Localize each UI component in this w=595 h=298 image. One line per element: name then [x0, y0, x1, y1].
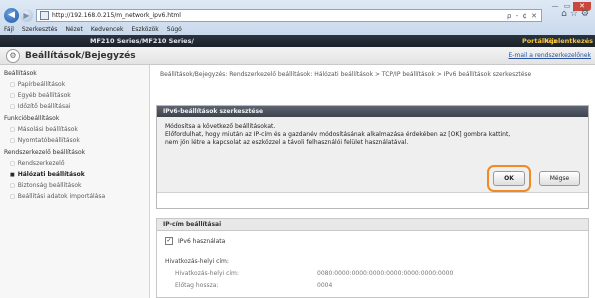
section-title: IP-cím beállításai: [157, 219, 588, 231]
message-line-2: Előfordulhat, hogy miután az IP-cím és a…: [165, 131, 511, 138]
sidebar-item-copy[interactable]: Másolási beállítások: [10, 126, 78, 133]
browser-chrome: — ▭ ✕ ◀ ▶ http://192.168.0.215/m_network…: [0, 0, 595, 35]
minimize-icon[interactable]: —: [549, 2, 561, 11]
use-ipv6-checkbox[interactable]: ✓: [165, 237, 173, 245]
link-local-heading: Hivatkozás-helyi cím:: [165, 258, 229, 265]
menu-favorites[interactable]: Kedvencek: [91, 26, 124, 33]
sidebar-item-timer[interactable]: Időzítő beállításai: [10, 103, 71, 110]
sidebar: Beállítások Papírbeállítások Egyéb beáll…: [0, 65, 150, 298]
gear-icon[interactable]: ⚙: [581, 9, 589, 19]
use-ipv6-label: IPv6 használata: [178, 237, 226, 245]
mail-admin-link[interactable]: E-mail a rendszerkezelőnek: [509, 52, 591, 59]
menu-file[interactable]: Fájl: [4, 26, 14, 33]
sidebar-item-paper[interactable]: Papírbeállítások: [10, 81, 65, 88]
ok-button[interactable]: OK: [493, 171, 525, 186]
title-bar: ⚙ Beállítások/Bejegyzés E-mail a rendsze…: [0, 47, 595, 65]
prefix-length-label: Előtag hossza:: [175, 282, 219, 289]
forward-button[interactable]: ▶: [20, 9, 33, 22]
logout-link[interactable]: Kijelentkezés: [544, 37, 593, 45]
sidebar-section-settings[interactable]: Beállítások: [4, 70, 37, 77]
address-tools[interactable]: ρ - ¢ ✕: [507, 12, 541, 20]
message-line-1: Módosítsa a következő beállításokat.: [165, 123, 276, 130]
link-local-value: 0080:0000:0000:0000:0000:0000:0000:0000: [317, 270, 454, 277]
sidebar-item-printer[interactable]: Nyomtatóbeállítások: [10, 137, 80, 144]
sidebar-item-other[interactable]: Egyéb beállítások: [10, 92, 71, 99]
cancel-button[interactable]: Mégse: [539, 171, 580, 186]
panel-message: Módosítsa a következő beállításokat. Elő…: [165, 123, 575, 147]
prefix-length-value: 0004: [317, 282, 333, 289]
address-url[interactable]: http://192.168.0.215/m_network_ipv6.html: [52, 12, 507, 19]
settings-icon: ⚙: [6, 48, 20, 63]
sidebar-item-network[interactable]: Hálózati beállítások: [10, 171, 85, 178]
message-line-3: nem jön létre a kapcsolat az eszközzel a…: [165, 139, 409, 146]
menu-bar: Fájl Szerkesztés Nézet Kedvencek Eszközö…: [0, 23, 595, 35]
panel-body: Módosítsa a következő beállításokat. Elő…: [157, 117, 588, 193]
sidebar-item-security[interactable]: Biztonság beállítások: [10, 182, 82, 189]
page-title: Beállítások/Bejegyzés: [25, 50, 136, 61]
menu-view[interactable]: Nézet: [65, 26, 82, 33]
sidebar-item-import[interactable]: Beállítási adatok importálása: [10, 193, 105, 200]
back-button[interactable]: ◀: [4, 8, 19, 23]
menu-help[interactable]: Súgó: [167, 26, 182, 33]
home-icon[interactable]: ⌂: [561, 9, 567, 19]
panel-title: IPv6-beállítások szerkesztése: [157, 106, 588, 117]
address-bar[interactable]: http://192.168.0.215/m_network_ipv6.html…: [36, 9, 542, 22]
favorites-icon[interactable]: ☆: [570, 9, 578, 19]
sidebar-item-administrator[interactable]: Rendszerkezelő: [10, 160, 65, 167]
device-header: MF210 Series/MF210 Series/ Portálhoz Kij…: [0, 35, 595, 47]
page-icon: [40, 11, 49, 20]
link-local-label: Hivatkozás-helyi cím:: [175, 270, 239, 277]
model-name: MF210 Series/MF210 Series/: [90, 37, 194, 45]
menu-tools[interactable]: Eszközök: [131, 26, 158, 33]
ip-address-settings: IP-cím beállításai ✓ IPv6 használata Hiv…: [156, 218, 589, 298]
sidebar-section-functions[interactable]: Funkcióbeállítások: [4, 115, 59, 122]
breadcrumb: Beállítások/Bejegyzés: Rendszerkezelő be…: [160, 71, 532, 78]
use-ipv6-row[interactable]: ✓ IPv6 használata: [165, 237, 225, 245]
sidebar-section-admin[interactable]: Rendszerkezelő beállítások: [4, 149, 85, 156]
chrome-icons: ⌂ ☆ ⚙: [561, 9, 589, 19]
ipv6-edit-panel: IPv6-beállítások szerkesztése Módosítsa …: [156, 105, 589, 209]
menu-edit[interactable]: Szerkesztés: [22, 26, 58, 33]
